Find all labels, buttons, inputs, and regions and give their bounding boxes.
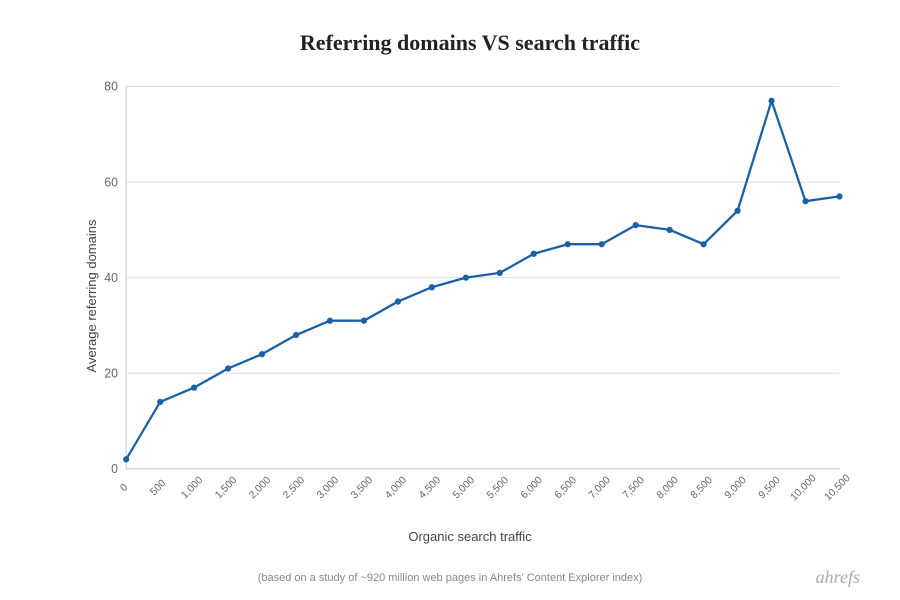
svg-text:0: 0 bbox=[119, 482, 131, 494]
svg-text:4,000: 4,000 bbox=[383, 475, 409, 502]
svg-text:0: 0 bbox=[111, 462, 118, 476]
svg-text:1,500: 1,500 bbox=[213, 475, 239, 502]
svg-text:5,500: 5,500 bbox=[485, 475, 511, 502]
footer-note: (based on a study of ~920 million web pa… bbox=[0, 572, 900, 584]
svg-text:40: 40 bbox=[104, 271, 118, 285]
svg-text:500: 500 bbox=[148, 478, 168, 498]
svg-text:2,500: 2,500 bbox=[281, 475, 307, 502]
svg-text:8,000: 8,000 bbox=[655, 475, 681, 502]
svg-text:8,500: 8,500 bbox=[689, 475, 715, 502]
svg-text:3,000: 3,000 bbox=[315, 475, 341, 502]
svg-text:6,500: 6,500 bbox=[553, 475, 579, 502]
x-axis-label: Organic search traffic bbox=[80, 529, 860, 544]
svg-text:80: 80 bbox=[104, 80, 118, 94]
svg-text:7,000: 7,000 bbox=[587, 475, 613, 502]
svg-text:5,000: 5,000 bbox=[451, 475, 477, 502]
svg-text:9,000: 9,000 bbox=[723, 475, 749, 502]
chart-container: Referring domains VS search traffic Aver… bbox=[0, 0, 900, 600]
svg-text:2,000: 2,000 bbox=[247, 475, 273, 502]
ahrefs-logo: ahrefs bbox=[816, 567, 860, 588]
svg-text:10,500: 10,500 bbox=[823, 473, 853, 504]
y-axis-label: Average referring domains bbox=[84, 220, 99, 373]
svg-text:7,500: 7,500 bbox=[621, 475, 647, 502]
svg-text:6,000: 6,000 bbox=[519, 475, 545, 502]
svg-text:4,500: 4,500 bbox=[417, 475, 443, 502]
svg-text:9,500: 9,500 bbox=[757, 475, 783, 502]
svg-text:10,000: 10,000 bbox=[789, 473, 819, 504]
svg-text:1,000: 1,000 bbox=[179, 475, 205, 502]
chart-title: Referring domains VS search traffic bbox=[80, 30, 860, 56]
svg-text:60: 60 bbox=[104, 175, 118, 189]
chart-svg: 0 20 40 60 80 0 500 1,000 1,500 2,000 2,500 3,000 3,… bbox=[80, 76, 860, 516]
svg-text:20: 20 bbox=[104, 366, 118, 380]
svg-text:3,500: 3,500 bbox=[349, 475, 375, 502]
